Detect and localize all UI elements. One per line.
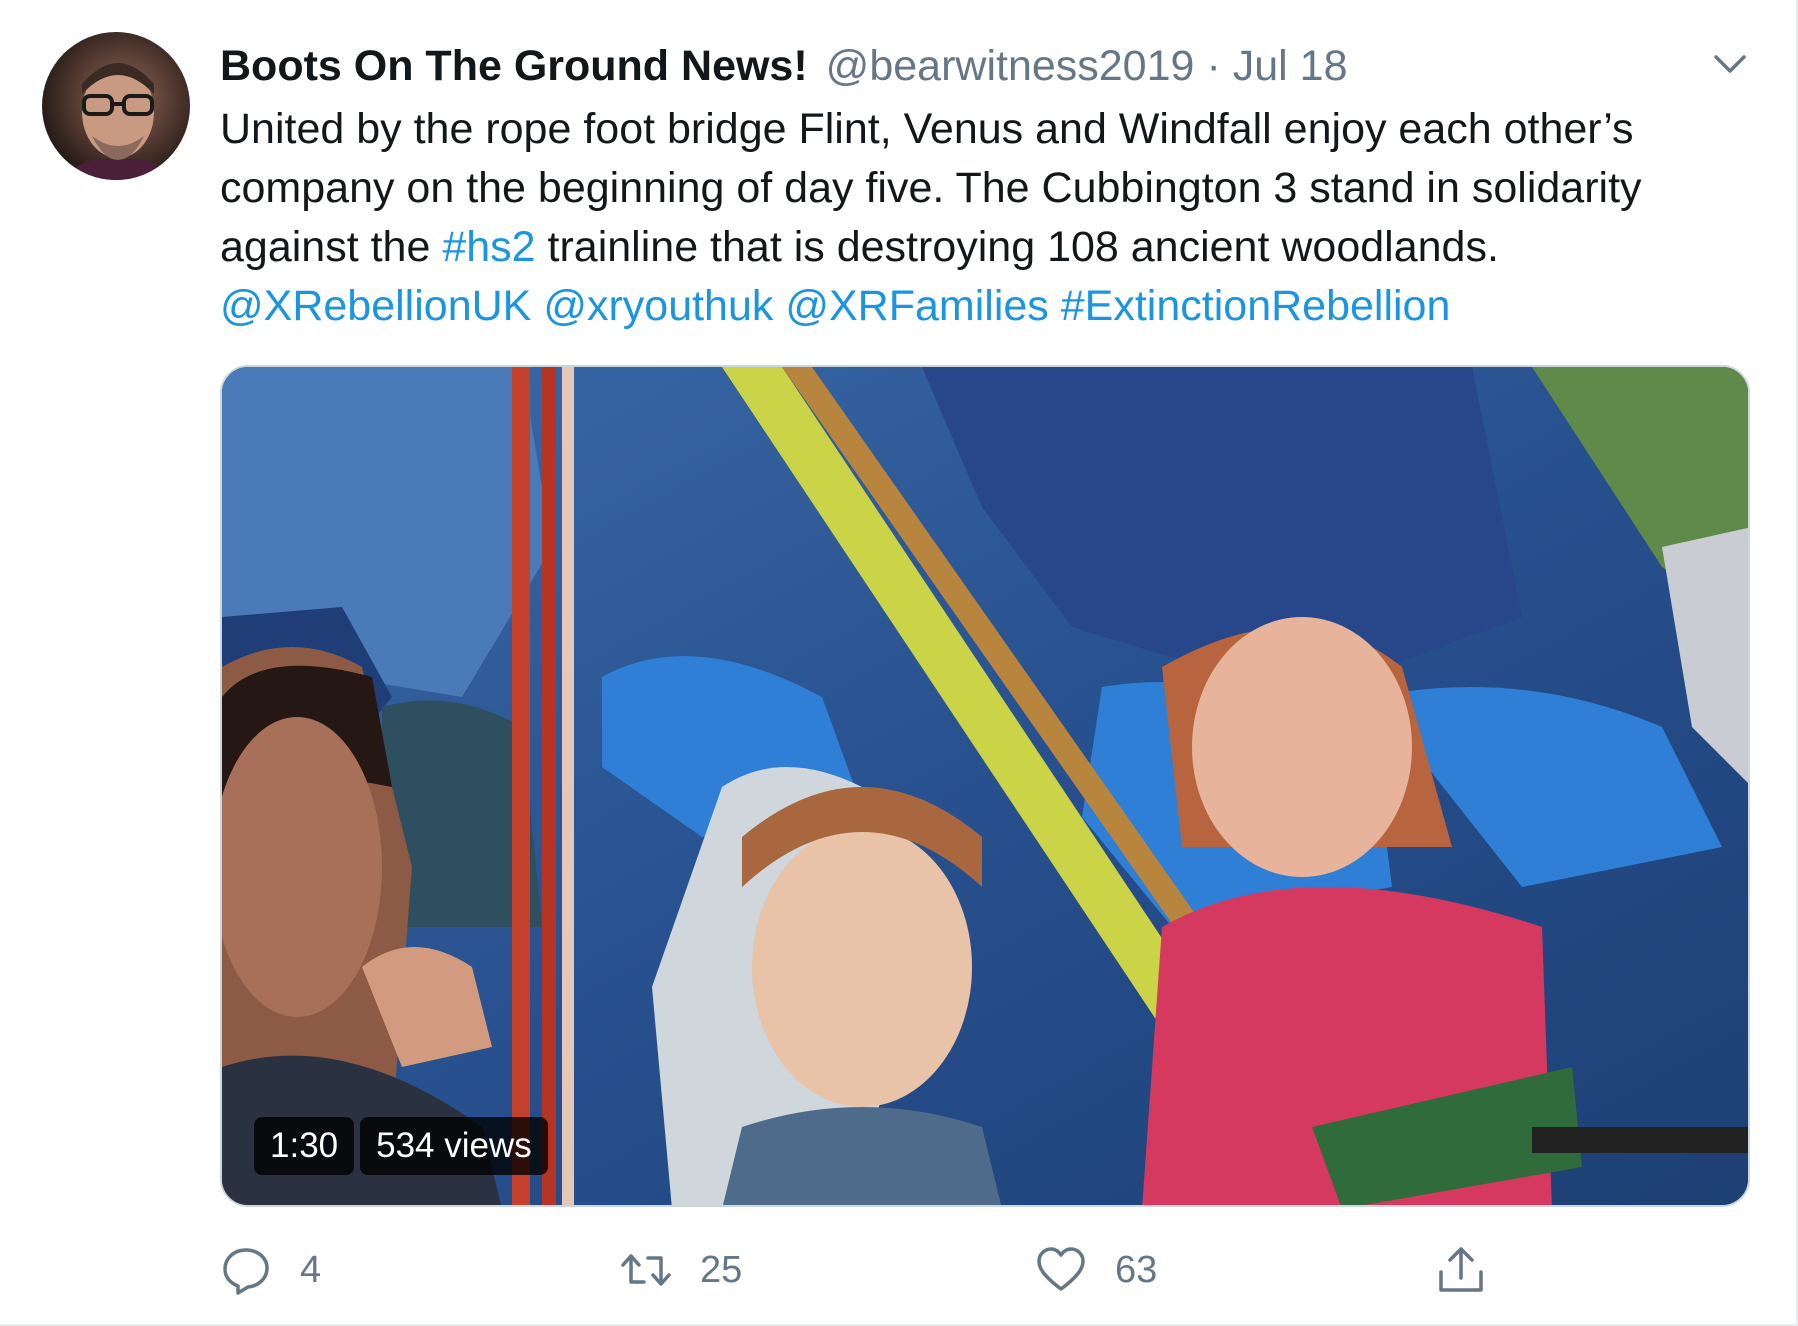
tweet-text-line: company on the beginning of day five. Th…: [220, 164, 1642, 212]
share-icon: [1439, 1247, 1483, 1292]
reply-button[interactable]: 4: [220, 1240, 321, 1300]
mention-link[interactable]: @xryouthuk: [543, 282, 773, 330]
tweet-text-line: United by the rope foot bridge Flint, Ve…: [220, 105, 1634, 153]
tweet-text-segment: against the: [220, 223, 443, 271]
author-handle[interactable]: @bearwitness2019: [826, 42, 1195, 91]
author-avatar[interactable]: [42, 32, 190, 180]
tweet-header: Boots On The Ground News! @bearwitness20…: [220, 36, 1348, 96]
video-views: 534 views: [360, 1117, 548, 1175]
heart-icon: [1037, 1247, 1085, 1291]
like-count: 63: [1115, 1248, 1158, 1291]
hashtag-link[interactable]: #ExtinctionRebellion: [1061, 282, 1451, 330]
hashtag-link-hs2[interactable]: #hs2: [442, 223, 535, 271]
tweet-date[interactable]: Jul 18: [1233, 42, 1348, 91]
mention-link[interactable]: @XRebellionUK: [220, 282, 531, 330]
author-display-name[interactable]: Boots On The Ground News!: [220, 42, 808, 91]
mention-link[interactable]: @XRFamilies: [785, 282, 1048, 330]
video-badge: 1:30 534 views: [254, 1117, 548, 1175]
reply-icon: [223, 1248, 269, 1295]
reply-count: 4: [300, 1248, 322, 1291]
retweet-button[interactable]: 25: [620, 1240, 742, 1300]
share-button[interactable]: [1435, 1240, 1487, 1300]
like-button[interactable]: 63: [1035, 1240, 1157, 1300]
chevron-down-icon: [1714, 55, 1746, 73]
header-separator: ·: [1206, 41, 1221, 90]
tweet-card[interactable]: Boots On The Ground News! @bearwitness20…: [0, 0, 1798, 1326]
video-player[interactable]: 1:30 534 views: [220, 365, 1750, 1207]
more-options-button[interactable]: [1708, 42, 1752, 86]
mentions-line: @XRebellionUK @xryouthuk @XRFamilies #Ex…: [220, 277, 1750, 336]
tweet-text-line: against the #hs2 trainline that is destr…: [220, 218, 1750, 277]
tweet-text: United by the rope foot bridge Flint, Ve…: [220, 100, 1750, 336]
avatar-photo-icon: [62, 63, 174, 180]
tweet-text-segment: trainline that is destroying 108 ancient…: [535, 223, 1499, 271]
retweet-icon: [621, 1254, 671, 1286]
video-duration: 1:30: [254, 1117, 355, 1175]
tweet-actions: 4 25 63: [220, 1240, 1620, 1300]
video-thumbnail: [222, 367, 1748, 1205]
retweet-count: 25: [700, 1248, 743, 1291]
